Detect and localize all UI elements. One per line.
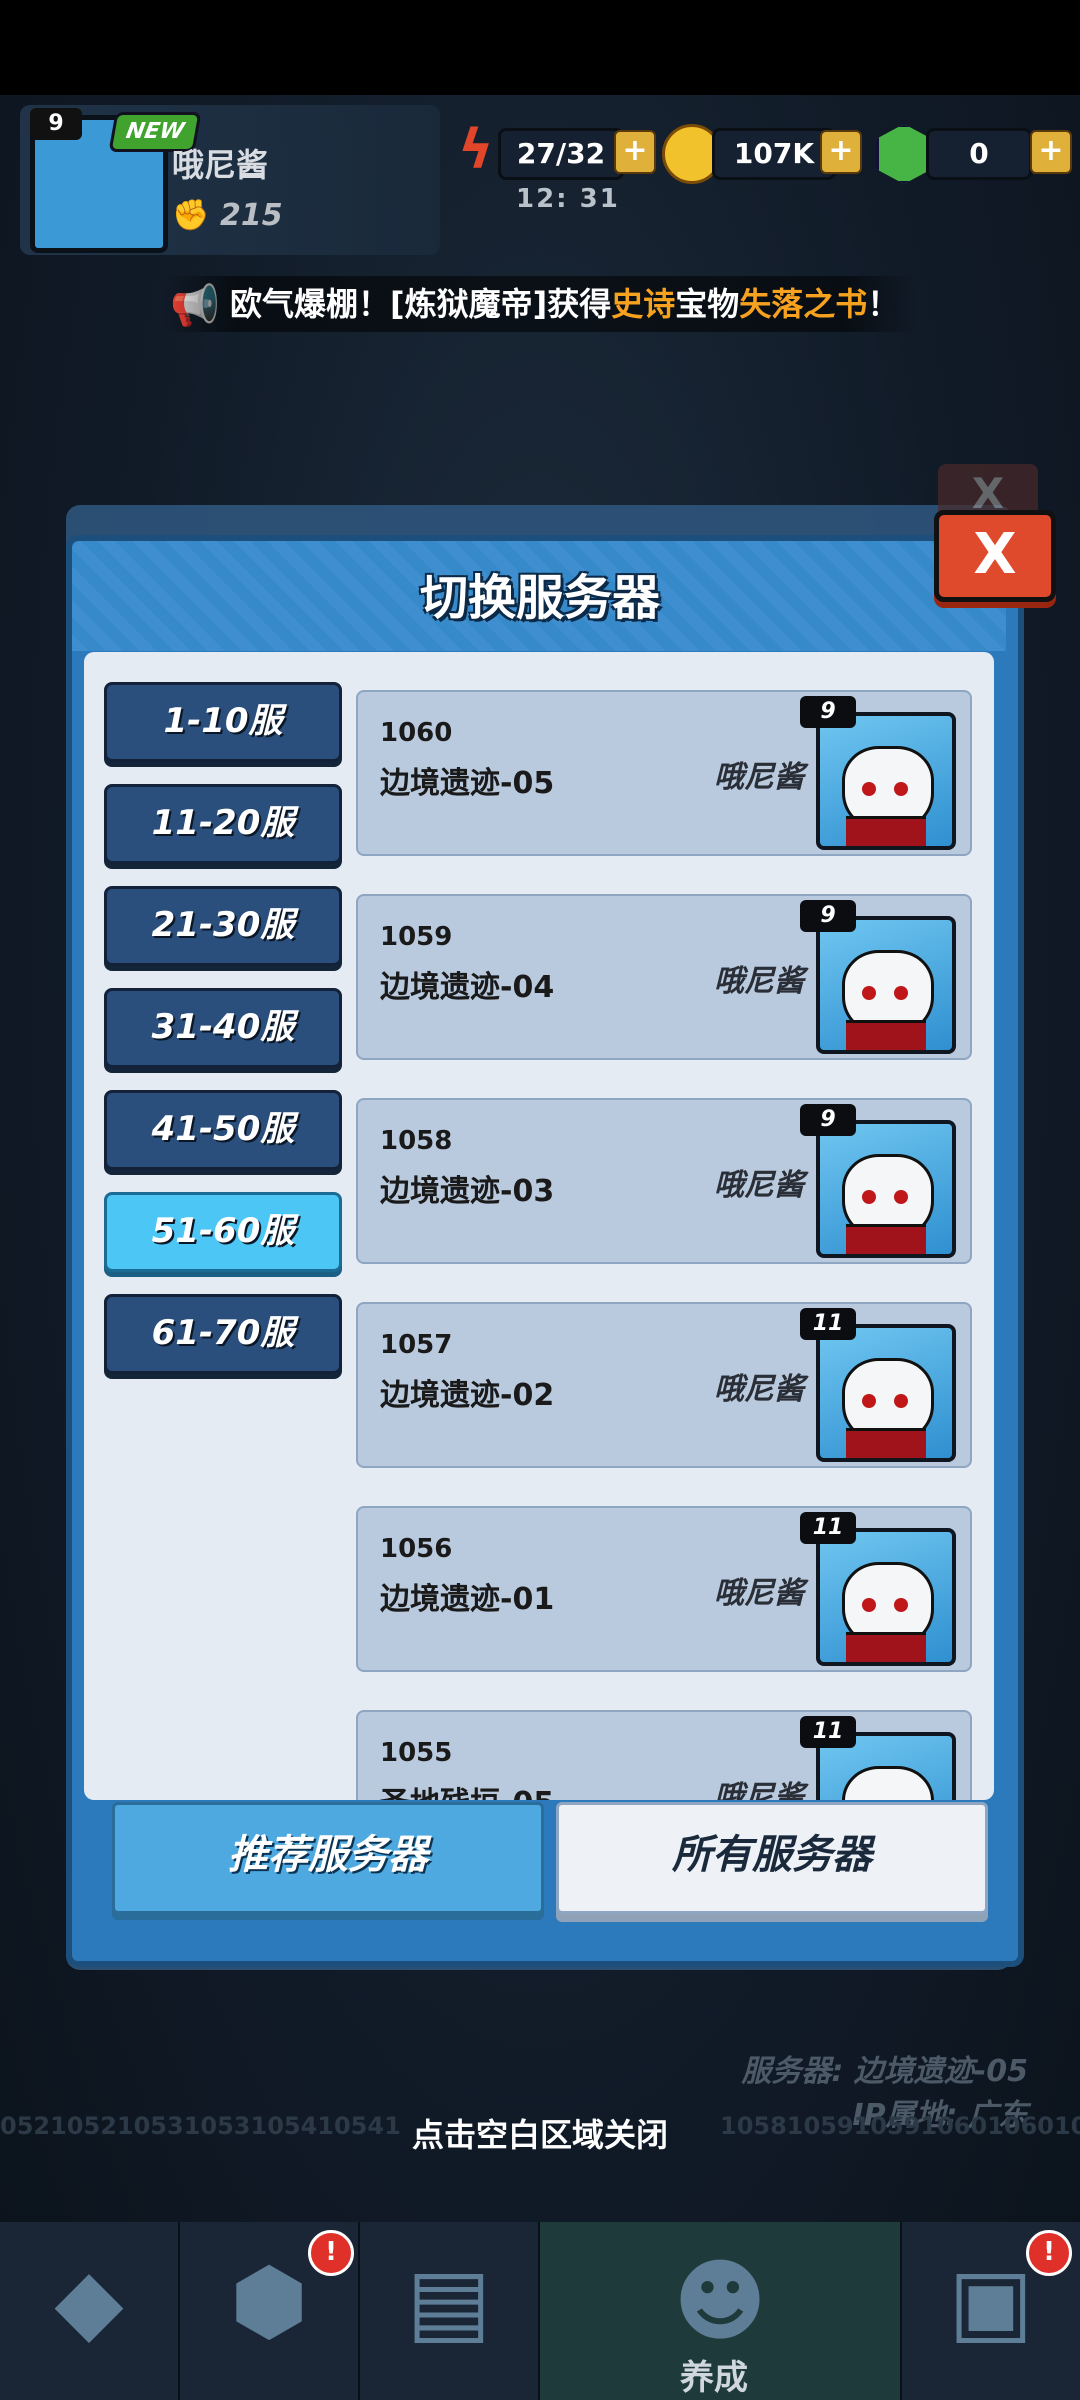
map-icon: ▤ — [406, 2249, 492, 2354]
server-id: 1059 — [380, 922, 453, 952]
server-name: 边境遗迹-05 — [380, 766, 555, 801]
add-coin-button[interactable]: + — [820, 130, 862, 174]
server-player-name: 哦尼酱 — [714, 1372, 804, 1407]
server-row[interactable]: 1060 边境遗迹-05 哦尼酱 9 — [356, 690, 972, 856]
range-list: 1-10服 11-20服 21-30服 31-40服 41-50服 51-60服… — [104, 682, 342, 1396]
close-hint[interactable]: 点击空白区域关闭 — [0, 2110, 1080, 2156]
server-level: 11 — [800, 1512, 856, 1544]
server-player-name: 哦尼酱 — [714, 1576, 804, 1611]
server-row[interactable]: 1057 边境遗迹-02 哦尼酱 11 — [356, 1302, 972, 1468]
power-icon: ✊ — [172, 198, 210, 233]
player-level: 9 — [30, 108, 82, 140]
server-player-name: 哦尼酱 — [714, 1168, 804, 1203]
range-tab-11-20[interactable]: 11-20服 — [104, 784, 342, 864]
server-name: 边境遗迹-03 — [380, 1174, 555, 1209]
server-level: 9 — [800, 900, 856, 932]
server-id: 1060 — [380, 718, 453, 748]
server-id: 1058 — [380, 1126, 453, 1156]
nav-gear[interactable]: ⬢! — [180, 2222, 360, 2400]
character-avatar — [816, 712, 956, 850]
alert-badge: ! — [308, 2230, 354, 2276]
energy-value: 27/32 — [498, 128, 624, 180]
nav-train-label: 养成 — [680, 2358, 748, 2398]
character-avatar — [816, 1528, 956, 1666]
recommended-servers-tab[interactable]: 推荐服务器 — [112, 1802, 544, 1914]
character-avatar — [816, 1120, 956, 1258]
server-panel: 1-10服 11-20服 21-30服 31-40服 41-50服 51-60服… — [84, 652, 994, 1800]
range-tab-1-10[interactable]: 1-10服 — [104, 682, 342, 762]
character-avatar — [816, 916, 956, 1054]
add-energy-button[interactable]: + — [614, 130, 656, 174]
server-player-name: 哦尼酱 — [714, 760, 804, 795]
server-level: 9 — [800, 696, 856, 728]
server-id: 1055 — [380, 1738, 453, 1768]
coin-value: 107K — [712, 128, 836, 180]
crystal-icon: ◆ — [54, 2249, 124, 2354]
server-level: 9 — [800, 1104, 856, 1136]
server-id: 1056 — [380, 1534, 453, 1564]
announcement-suffix: ！ — [867, 285, 900, 323]
nav-hero[interactable]: ◆ — [0, 2222, 180, 2400]
server-row[interactable]: 1058 边境遗迹-03 哦尼酱 9 — [356, 1098, 972, 1264]
current-server-label: 服务器: 边境遗迹-05 — [741, 2054, 1028, 2089]
modal-title: 切换服务器 — [419, 570, 660, 626]
server-level: 11 — [800, 1716, 856, 1748]
range-tab-21-30[interactable]: 21-30服 — [104, 886, 342, 966]
status-bar — [0, 0, 1080, 95]
character-avatar — [816, 1324, 956, 1462]
announcement-rarity: 史诗 — [611, 285, 676, 323]
server-name: 圣地残垣-05 — [380, 1778, 554, 1800]
alert-badge: ! — [1026, 2230, 1072, 2276]
player-name: 哦尼酱 — [172, 146, 269, 184]
announcement-middle: 宝物 — [675, 285, 740, 323]
energy-icon: ϟ — [458, 118, 494, 181]
announcement-item: 失落之书 — [739, 285, 868, 323]
power-value: 215 — [220, 198, 283, 233]
server-player-name: 哦尼酱 — [714, 1780, 804, 1800]
energy-timer: 12: 31 — [516, 184, 620, 214]
server-name: 边境遗迹-02 — [380, 1378, 555, 1413]
server-list: 1060 边境遗迹-05 哦尼酱 9 1059 边境遗迹-04 哦尼酱 9 10… — [356, 690, 972, 1800]
server-player-name: 哦尼酱 — [714, 964, 804, 999]
all-servers-tab[interactable]: 所有服务器 — [556, 1802, 988, 1914]
server-level: 11 — [800, 1308, 856, 1340]
server-id: 1057 — [380, 1330, 453, 1360]
range-tab-31-40[interactable]: 31-40服 — [104, 988, 342, 1068]
nav-map[interactable]: ▤ — [360, 2222, 540, 2400]
announcement-banner: 欧气爆棚！[炼狱魔帝]获得史诗宝物失落之书！ — [160, 276, 920, 332]
range-tab-61-70[interactable]: 61-70服 — [104, 1294, 342, 1374]
range-tab-41-50[interactable]: 41-50服 — [104, 1090, 342, 1170]
close-button[interactable]: X — [934, 510, 1056, 602]
server-row[interactable]: 1059 边境遗迹-04 哦尼酱 9 — [356, 894, 972, 1060]
add-gem-button[interactable]: + — [1030, 130, 1072, 174]
server-row[interactable]: 1055 圣地残垣-05 哦尼酱 11 — [356, 1710, 972, 1800]
server-name: 边境遗迹-04 — [380, 970, 555, 1005]
server-name: 边境遗迹-01 — [380, 1582, 555, 1617]
announcement-prefix: 欧气爆棚！[炼狱魔帝]获得 — [230, 285, 612, 323]
gem-value: 0 — [926, 128, 1032, 180]
range-tab-51-60[interactable]: 51-60服 — [104, 1192, 342, 1272]
server-row[interactable]: 1056 边境遗迹-01 哦尼酱 11 — [356, 1506, 972, 1672]
nav-shop[interactable]: ▣! — [902, 2222, 1080, 2400]
